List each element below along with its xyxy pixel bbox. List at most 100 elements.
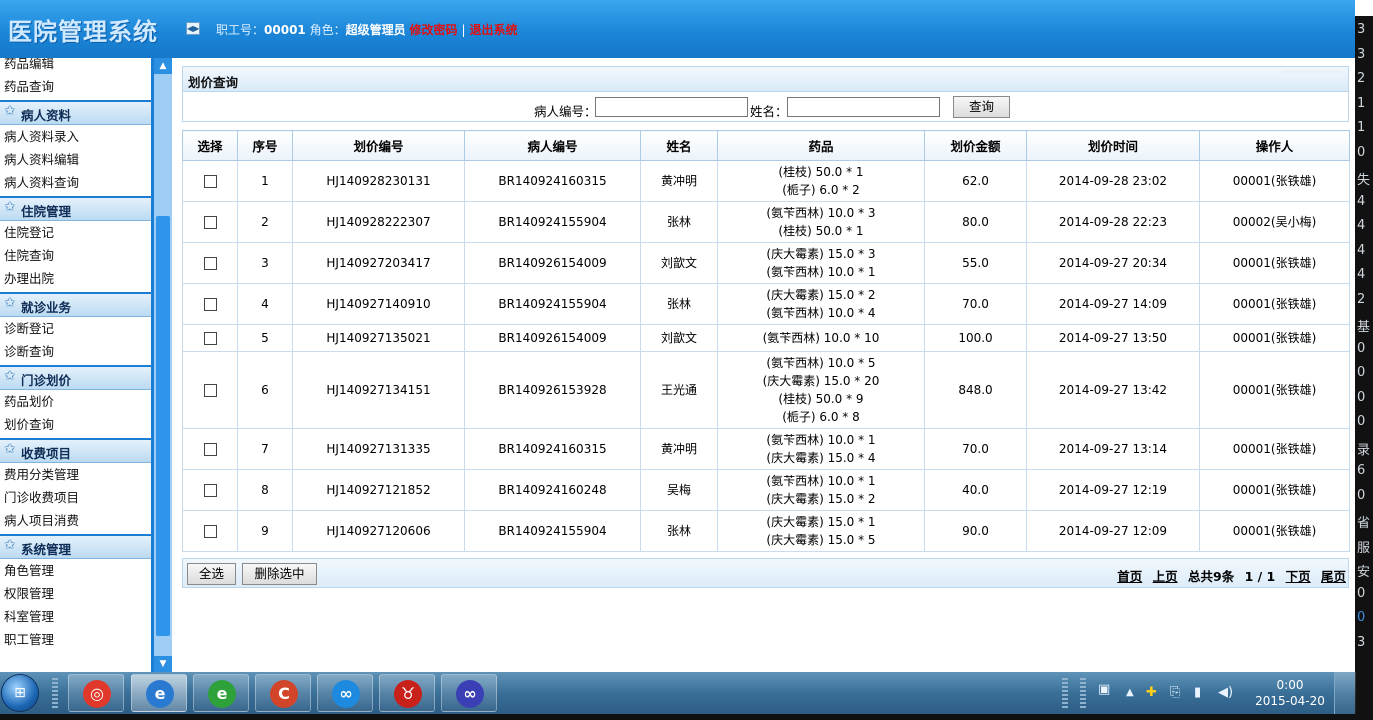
background-window-char: 失: [1357, 173, 1371, 188]
sidebar-item[interactable]: 诊断登记: [0, 317, 154, 340]
image-tray-icon[interactable]: ▣: [1098, 682, 1110, 697]
usb-tray-icon[interactable]: ⎘: [1170, 685, 1180, 700]
pricing-time-cell: 2014-09-27 12:19: [1026, 469, 1200, 511]
show-hidden-icons-arrow[interactable]: ▲: [1126, 687, 1134, 698]
cow-app-icon[interactable]: ♉: [379, 674, 435, 712]
sidebar-item[interactable]: 病人项目消费: [0, 509, 154, 532]
sidebar-item[interactable]: 角色管理: [0, 559, 154, 582]
row-checkbox[interactable]: [203, 484, 217, 497]
amount-cell: 70.0: [924, 283, 1027, 325]
baidu-cloud-icon[interactable]: ∞: [317, 674, 373, 712]
sidebar-group-header[interactable]: ✩ 收费项目: [0, 438, 154, 463]
patient-name-cell: 吴梅: [640, 469, 718, 511]
sidebar-item[interactable]: 科室管理: [0, 605, 154, 628]
sidebar-item[interactable]: 药品划价: [0, 390, 154, 413]
sidebar-item[interactable]: 住院登记: [0, 221, 154, 244]
sidebar-group-header[interactable]: ✩ 病人资料: [0, 100, 154, 125]
drugs-cell: (庆大霉素) 15.0 * 3 (氨苄西林) 10.0 * 1: [717, 242, 925, 284]
signal-tray-icon[interactable]: ▮: [1194, 685, 1201, 700]
sidebar-item[interactable]: 办理出院: [0, 267, 154, 290]
amount-cell: 80.0: [924, 201, 1027, 243]
drugs-cell: (氨苄西林) 10.0 * 5 (庆大霉素) 15.0 * 20 (桂枝) 50.0…: [717, 351, 925, 429]
patient-no-input[interactable]: [595, 97, 748, 117]
role-value: 超级管理员: [345, 23, 406, 37]
sidebar-item[interactable]: 病人资料录入: [0, 125, 154, 148]
table-row: 4 HJ140927140910 BR140924155904 张林 (庆大霉素) 15…: [182, 283, 1350, 325]
chrome-icon[interactable]: ◎: [68, 674, 124, 712]
background-window-char: 3: [1357, 22, 1366, 37]
sidebar-item[interactable]: 门诊收费项目: [0, 486, 154, 509]
change-password-link[interactable]: 修改密码: [409, 23, 457, 37]
row-checkbox[interactable]: [203, 525, 217, 538]
table-row: 7 HJ140927131335 BR140924160315 黄冲明 (氨苄西林) 1…: [182, 428, 1350, 470]
patient-name-cell: 刘歆文: [640, 242, 718, 284]
prev-page-link[interactable]: 上页: [1153, 569, 1178, 584]
row-checkbox[interactable]: [203, 443, 217, 456]
sidebar-item[interactable]: 病人资料编辑: [0, 148, 154, 171]
sidebar-item[interactable]: 诊断查询: [0, 340, 154, 363]
row-checkbox[interactable]: [203, 332, 217, 345]
page-info: 1 / 1: [1244, 569, 1276, 584]
logout-link[interactable]: 退出系统: [470, 23, 518, 37]
drugs-cell: (桂枝) 50.0 * 1 (栀子) 6.0 * 2: [717, 160, 925, 202]
next-page-link[interactable]: 下页: [1286, 569, 1311, 584]
row-checkbox[interactable]: [203, 175, 217, 188]
row-checkbox[interactable]: [203, 384, 217, 397]
sidebar-item-drug-query[interactable]: 药品查询: [0, 75, 154, 98]
row-checkbox[interactable]: [203, 216, 217, 229]
clock-time: 0:00: [1276, 678, 1304, 692]
first-page-link[interactable]: 首页: [1117, 569, 1142, 584]
infinity-app-icon[interactable]: ∞: [441, 674, 497, 712]
sidebar-group-title: 住院管理: [21, 204, 72, 219]
plus-tray-icon[interactable]: ✚: [1146, 685, 1157, 700]
sidebar-item[interactable]: 住院查询: [0, 244, 154, 267]
patient-name-cell: 王光通: [640, 351, 718, 429]
sidebar-scrollbar[interactable]: ▲ ▼: [154, 58, 172, 672]
sidebar-item-drug-edit[interactable]: 药品编辑: [0, 58, 154, 75]
sidebar-group-header[interactable]: ✩ 就诊业务: [0, 292, 154, 317]
ccleaner-icon[interactable]: C: [255, 674, 311, 712]
operator-cell: 00001(张铁雄): [1199, 242, 1350, 284]
sidebar-item[interactable]: 费用分类管理: [0, 463, 154, 486]
collapse-toggle-icon[interactable]: ◀▶: [186, 22, 200, 35]
patient-name-cell: 张林: [640, 510, 718, 552]
sidebar-group-title: 门诊划价: [21, 373, 72, 388]
volume-tray-icon[interactable]: ◀): [1218, 685, 1233, 700]
pricing-table: 选择 序号 划价编号 病人编号 姓名 药品 划价金额 划价时间 操作人 1 HJ140928230…: [182, 130, 1350, 552]
background-window-char: 安: [1357, 565, 1371, 580]
windows-taskbar: ⊞ ◎ e e C ∞ ♉ ∞ ▣ ▲ ✚ ⎘ ▮ ◀) 0:00 2015-04-20: [0, 672, 1356, 714]
patient-name-cell: 张林: [640, 201, 718, 243]
background-window-char: 0: [1357, 144, 1366, 160]
star-icon: ✩: [4, 199, 16, 215]
amount-cell: 55.0: [924, 242, 1027, 284]
seq-cell: 5: [237, 324, 293, 352]
name-input[interactable]: [787, 97, 940, 117]
sidebar-group-header[interactable]: ✩ 住院管理: [0, 196, 154, 221]
sidebar-item[interactable]: 权限管理: [0, 582, 154, 605]
sidebar-group-header[interactable]: ✩ 门诊划价: [0, 365, 154, 390]
sidebar-group-title: 病人资料: [21, 108, 72, 123]
seq-cell: 3: [237, 242, 293, 284]
last-page-link[interactable]: 尾页: [1321, 569, 1346, 584]
seq-cell: 6: [237, 351, 293, 429]
windows-start-icon[interactable]: ⊞: [2, 675, 38, 711]
sidebar-item[interactable]: 职工管理: [0, 628, 154, 651]
select-all-button[interactable]: 全选: [187, 563, 236, 585]
query-button[interactable]: 查询: [953, 96, 1010, 118]
drugs-cell: (氨苄西林) 10.0 * 1 (庆大霉素) 15.0 * 2: [717, 469, 925, 511]
internet-explorer-icon[interactable]: e: [131, 674, 187, 712]
role-label: 角色：: [309, 23, 346, 37]
scroll-up-arrow-icon[interactable]: ▲: [154, 58, 172, 74]
row-checkbox[interactable]: [203, 298, 217, 311]
background-window-char: 省: [1357, 516, 1371, 531]
scroll-down-arrow-icon[interactable]: ▼: [154, 656, 172, 672]
show-desktop-button[interactable]: [1334, 672, 1356, 714]
row-checkbox[interactable]: [203, 257, 217, 270]
sidebar-item[interactable]: 病人资料查询: [0, 171, 154, 194]
ie-green-browser-icon[interactable]: e: [193, 674, 249, 712]
taskbar-clock[interactable]: 0:00 2015-04-20: [1254, 677, 1326, 709]
delete-selected-button[interactable]: 删除选中: [242, 563, 317, 585]
sidebar-group-header[interactable]: ✩ 系统管理: [0, 534, 154, 559]
scrollbar-thumb[interactable]: [156, 216, 170, 636]
sidebar-item[interactable]: 划价查询: [0, 413, 154, 436]
